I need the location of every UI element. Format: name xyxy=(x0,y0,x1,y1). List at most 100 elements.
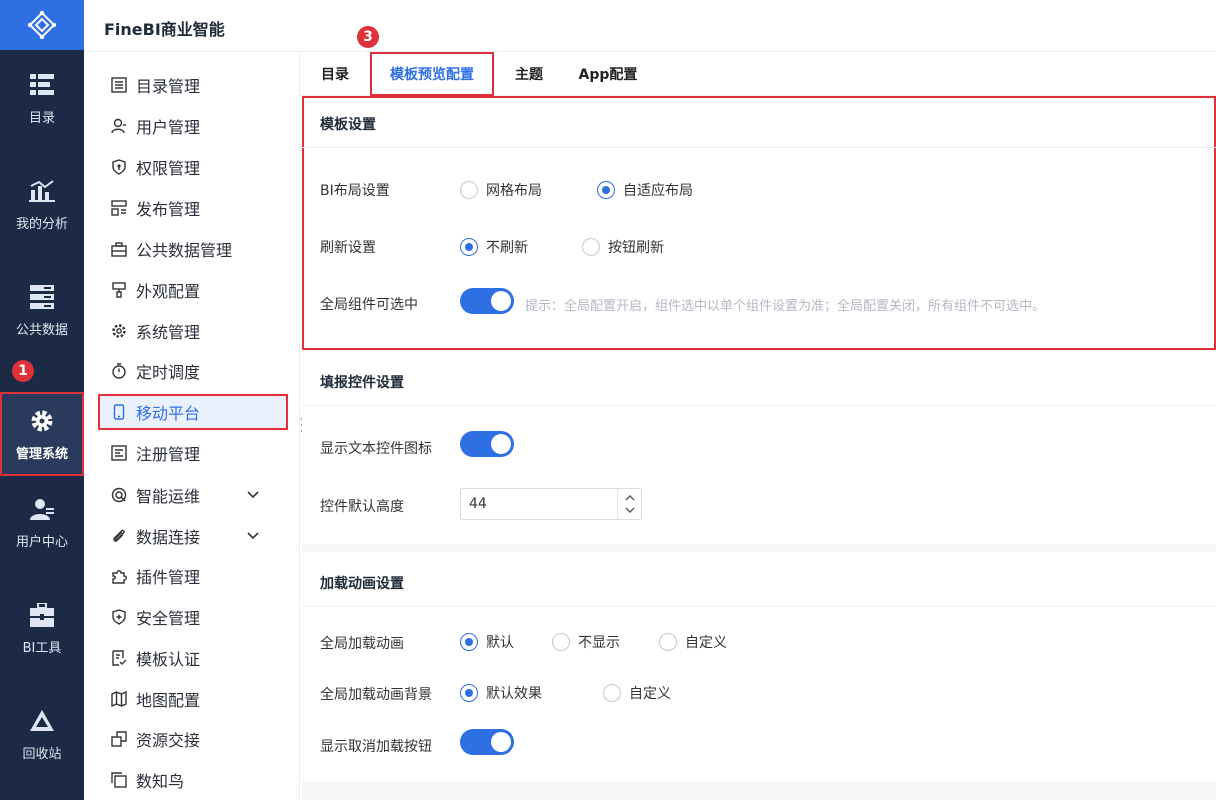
fill-control-settings-section: 填报控件设置 显示文本控件图标 控件默认高度 44 xyxy=(302,350,1216,544)
radio-circle-selected xyxy=(597,181,615,199)
rail-item-catalog[interactable]: 目录 xyxy=(0,56,84,140)
certificate-icon xyxy=(110,649,128,667)
radio-button-refresh[interactable]: 按钮刷新 xyxy=(582,237,664,257)
menu-label: 公共数据管理 xyxy=(136,241,233,260)
loading-animation-settings-section: 加载动画设置 全局加载动画 默认 不显示 自定义 全局加载动画背景 默认效果 自… xyxy=(302,552,1216,782)
default-height-value: 44 xyxy=(469,496,487,512)
menu-label: 地图配置 xyxy=(136,691,201,710)
logo-icon xyxy=(27,10,57,40)
tab-theme[interactable]: 主题 xyxy=(502,52,556,96)
radio-anim-custom[interactable]: 自定义 xyxy=(659,632,727,652)
radio-label: 不显示 xyxy=(578,635,620,651)
divider xyxy=(302,405,1216,406)
rail-label: 用户中心 xyxy=(15,534,68,550)
rail-label: 管理系统 xyxy=(15,446,68,462)
tab-template-preview-config[interactable]: 模板预览配置 xyxy=(370,52,494,96)
menu-item-permission-mgmt[interactable]: 权限管理 xyxy=(98,149,288,185)
rail-item-public-data[interactable]: 公共数据 xyxy=(0,268,84,352)
menu-item-public-data-mgmt[interactable]: 公共数据管理 xyxy=(98,231,288,267)
radio-grid-layout[interactable]: 网格布局 xyxy=(460,180,542,200)
rail-item-management-system[interactable]: 管理系统 xyxy=(0,392,84,476)
radio-label: 自适应布局 xyxy=(623,183,693,199)
gear-icon xyxy=(110,322,128,340)
radio-adaptive-layout[interactable]: 自适应布局 xyxy=(597,180,693,200)
toggle-knob xyxy=(491,732,511,752)
radio-circle-selected xyxy=(460,684,478,702)
show-text-icon-toggle[interactable] xyxy=(460,431,514,457)
app-logo[interactable] xyxy=(0,0,84,50)
menu-item-security-mgmt[interactable]: 安全管理 xyxy=(98,599,288,635)
menu-item-template-cert[interactable]: 模板认证 xyxy=(98,640,288,676)
chevron-down-icon[interactable] xyxy=(246,486,260,505)
section-title: 填报控件设置 xyxy=(320,375,404,391)
radio-label: 自定义 xyxy=(629,686,671,702)
rail-item-my-analysis[interactable]: 我的分析 xyxy=(0,162,84,246)
radio-circle xyxy=(603,684,621,702)
menu-item-registration-mgmt[interactable]: 注册管理 xyxy=(98,435,288,471)
gear-icon xyxy=(28,407,56,435)
brush-icon xyxy=(110,281,128,299)
menu-item-data-connection[interactable]: 数据连接 xyxy=(98,518,288,554)
show-text-icon-label: 显示文本控件图标 xyxy=(320,441,432,457)
global-anim-label: 全局加载动画 xyxy=(320,636,404,652)
menu-item-publish-mgmt[interactable]: 发布管理 xyxy=(98,190,288,226)
rail-item-recycle-bin[interactable]: 回收站 xyxy=(0,692,84,776)
menu-label: 移动平台 xyxy=(136,404,201,423)
radio-label: 不刷新 xyxy=(486,240,528,256)
radio-anim-hide[interactable]: 不显示 xyxy=(552,632,620,652)
menu-item-system-mgmt[interactable]: 系统管理 xyxy=(98,313,288,349)
menu-item-catalog-mgmt[interactable]: 目录管理 xyxy=(98,67,288,103)
paperclip-icon xyxy=(110,527,128,545)
radio-label: 默认效果 xyxy=(486,686,542,702)
menu-label: 目录管理 xyxy=(136,77,201,96)
register-icon xyxy=(110,444,128,462)
rail-item-bi-tools[interactable]: BI工具 xyxy=(0,586,84,670)
default-height-input[interactable]: 44 xyxy=(460,488,642,520)
tab-catalog[interactable]: 目录 xyxy=(308,52,362,96)
menu-item-shuzhiniao[interactable]: 数知鸟 xyxy=(98,762,288,798)
user-icon xyxy=(110,117,128,135)
menu-item-map-config[interactable]: 地图配置 xyxy=(98,681,288,717)
menu-item-scheduling[interactable]: 定时调度 xyxy=(98,353,288,389)
toggle-knob xyxy=(491,434,511,454)
menu-item-user-mgmt[interactable]: 用户管理 xyxy=(98,108,288,144)
number-stepper[interactable] xyxy=(617,489,641,519)
radio-no-refresh[interactable]: 不刷新 xyxy=(460,237,528,257)
top-header: FineBI商业智能 xyxy=(84,0,1216,52)
catalog-icon xyxy=(110,76,128,94)
menu-item-resource-handover[interactable]: 资源交接 xyxy=(98,721,288,757)
user-icon xyxy=(28,495,56,523)
menu-label: 注册管理 xyxy=(136,445,201,464)
radio-circle xyxy=(582,238,600,256)
radio-bg-custom[interactable]: 自定义 xyxy=(603,683,671,703)
list-icon xyxy=(28,71,56,99)
menu-item-mobile-platform[interactable]: 移动平台 xyxy=(98,394,288,430)
chevron-down-icon[interactable] xyxy=(246,527,260,546)
mobile-config-tabs: 目录 模板预览配置 主题 App配置 xyxy=(300,52,1216,96)
menu-item-appearance-config[interactable]: 外观配置 xyxy=(98,272,288,308)
global-select-toggle[interactable] xyxy=(460,288,514,314)
admin-menu: 目录管理 用户管理 权限管理 发布管理 公共数据管理 外观配置 系统管理 定时调… xyxy=(84,52,300,800)
tab-app-config[interactable]: App配置 xyxy=(570,52,646,96)
menu-label: 系统管理 xyxy=(136,323,201,342)
puzzle-icon xyxy=(110,567,128,585)
rail-label: 公共数据 xyxy=(15,322,68,338)
menu-label: 数知鸟 xyxy=(136,772,185,791)
show-cancel-toggle[interactable] xyxy=(460,729,514,755)
radio-anim-default[interactable]: 默认 xyxy=(460,632,514,652)
radio-bg-default[interactable]: 默认效果 xyxy=(460,683,542,703)
menu-label: 安全管理 xyxy=(136,609,201,628)
default-height-label: 控件默认高度 xyxy=(320,499,404,515)
section-title: 加载动画设置 xyxy=(320,576,404,592)
rail-item-user-center[interactable]: 用户中心 xyxy=(0,480,84,564)
radio-circle-selected xyxy=(460,238,478,256)
step-badge-3: 3 xyxy=(357,26,379,48)
menu-item-smart-ops[interactable]: 智能运维 xyxy=(98,477,288,513)
rail-label: BI工具 xyxy=(22,640,62,656)
recycle-icon xyxy=(28,707,56,735)
radio-circle xyxy=(552,633,570,651)
bi-layout-label: BI布局设置 xyxy=(320,183,390,199)
shield-plus-icon xyxy=(110,608,128,626)
menu-label: 发布管理 xyxy=(136,200,201,219)
menu-item-plugin-mgmt[interactable]: 插件管理 xyxy=(98,558,288,594)
